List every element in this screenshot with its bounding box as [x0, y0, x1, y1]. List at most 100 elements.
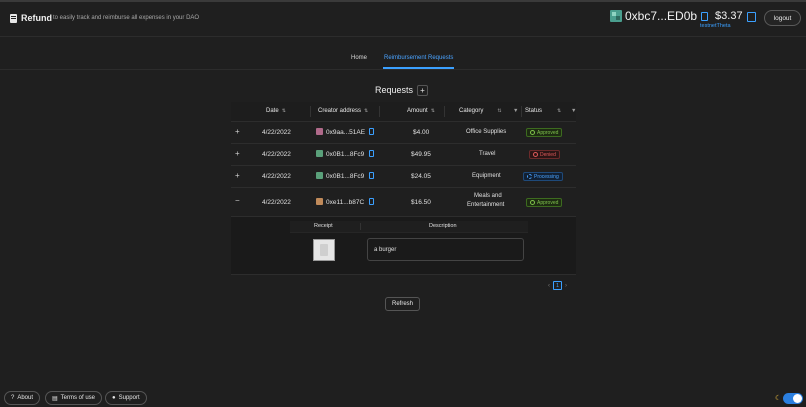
- row-category-line2: Entertainment: [467, 202, 505, 208]
- chat-icon: ●: [112, 395, 116, 401]
- description-field[interactable]: a burger: [367, 238, 524, 261]
- expand-row-button[interactable]: +: [235, 149, 240, 158]
- sort-icon[interactable]: ⇅: [497, 108, 501, 114]
- column-divider: [444, 106, 445, 117]
- column-divider: [360, 223, 361, 230]
- toggle-knob: [793, 394, 802, 403]
- row-date: 4/22/2022: [262, 173, 291, 180]
- header: Refund to easily track and reimburse all…: [0, 2, 806, 36]
- table-row: + 4/22/2022 0x0B1...8Fc9 $24.05 Equipmen…: [231, 166, 576, 188]
- copy-icon[interactable]: [701, 11, 709, 21]
- nav-divider: [0, 69, 806, 70]
- receipt-header: Receipt: [314, 223, 333, 229]
- row-amount: $24.05: [411, 173, 431, 180]
- row-creator: 0x0B1...8Fc9: [326, 173, 365, 180]
- column-divider: [310, 106, 311, 117]
- table-row: + 4/22/2022 0x9aa...51AE $4.00 Office Su…: [231, 122, 576, 144]
- header-divider: [0, 36, 806, 37]
- sync-icon: [527, 174, 532, 179]
- table-row: − 4/22/2022 0xe11...b87C $16.50 Meals an…: [231, 188, 576, 217]
- row-date: 4/22/2022: [262, 151, 291, 158]
- requests-table: Date ⇅ Creator address ⇅ Amount ⇅ Category ⇅…: [231, 102, 576, 275]
- document-icon: ▤: [52, 395, 58, 402]
- network-label: testnetTheta: [700, 23, 731, 29]
- receipt-thumbnail[interactable]: [313, 239, 335, 261]
- sort-icon[interactable]: ⇅: [364, 108, 368, 114]
- sort-icon[interactable]: ⇅: [557, 108, 561, 114]
- wallet-address: 0xbc7...ED0b: [625, 9, 698, 23]
- row-creator: 0x0B1...8Fc9: [326, 151, 365, 158]
- details-header: Receipt Description: [290, 221, 528, 232]
- about-button[interactable]: ? About: [4, 391, 41, 405]
- row-category: Office Supplies: [466, 129, 507, 135]
- filter-icon[interactable]: ▼: [571, 108, 576, 114]
- add-request-button[interactable]: +: [417, 85, 428, 96]
- tab-home[interactable]: Home: [351, 55, 367, 61]
- description-header: Description: [429, 223, 457, 229]
- theme-toggle[interactable]: [783, 393, 803, 404]
- row-amount: $49.95: [411, 151, 431, 158]
- column-divider: [379, 106, 380, 117]
- close-circle-icon: [533, 152, 538, 157]
- receipt-icon: [10, 13, 17, 23]
- column-header-creator[interactable]: Creator address ⇅: [318, 108, 368, 114]
- wallet-info: 0xbc7...ED0b $3.37: [610, 9, 743, 23]
- app-logo[interactable]: Refund: [10, 13, 52, 23]
- moon-icon: ☾: [775, 395, 782, 402]
- support-button[interactable]: ● Support: [105, 391, 147, 405]
- tab-reimbursement-requests[interactable]: Reimbursement Requests: [384, 55, 453, 61]
- sort-icon[interactable]: ⇅: [282, 108, 286, 114]
- row-category-line1: Meals and: [474, 193, 502, 199]
- creator-avatar: [316, 198, 323, 205]
- row-amount: $4.00: [413, 129, 430, 136]
- refresh-button[interactable]: Refresh: [385, 297, 420, 311]
- terms-button[interactable]: ▤ Terms of use: [45, 391, 103, 405]
- next-page-button[interactable]: ›: [565, 283, 567, 289]
- expand-row-button[interactable]: +: [235, 127, 240, 136]
- table-row: + 4/22/2022 0x0B1...8Fc9 $49.95 Travel D…: [231, 144, 576, 166]
- status-badge: Processing: [523, 172, 563, 181]
- prev-page-button[interactable]: ‹: [548, 283, 550, 289]
- sort-icon[interactable]: ⇅: [431, 108, 435, 114]
- creator-avatar: [316, 150, 323, 157]
- check-icon: [530, 200, 535, 205]
- expanded-row-details: Receipt Description a burger: [231, 217, 576, 275]
- check-icon: [530, 130, 535, 135]
- page-title: Requests: [375, 85, 414, 95]
- logout-button[interactable]: logout: [764, 10, 801, 26]
- column-divider: [521, 106, 522, 117]
- copy-icon[interactable]: [369, 128, 374, 135]
- column-header-date[interactable]: Date ⇅: [266, 108, 286, 114]
- creator-avatar: [316, 172, 323, 179]
- page-1-button[interactable]: 1: [553, 281, 562, 290]
- wallet-icon[interactable]: [747, 12, 756, 22]
- wallet-avatar: [610, 10, 622, 22]
- column-header-amount[interactable]: Amount ⇅: [407, 108, 435, 114]
- row-date: 4/22/2022: [262, 129, 291, 136]
- row-creator: 0xe11...b87C: [326, 199, 365, 206]
- status-badge: Approved: [526, 128, 563, 137]
- column-header-category[interactable]: Category ⇅: [459, 108, 502, 114]
- status-badge: Denied: [529, 150, 560, 159]
- expand-row-button[interactable]: +: [235, 171, 240, 180]
- filter-icon[interactable]: ▼: [513, 108, 518, 114]
- column-header-status[interactable]: Status ⇅: [525, 108, 561, 114]
- copy-icon[interactable]: [369, 150, 374, 157]
- receipt-image: [320, 244, 328, 256]
- wallet-balance: $3.37: [715, 10, 743, 22]
- status-badge: Approved: [526, 198, 563, 207]
- row-creator: 0x9aa...51AE: [326, 129, 366, 136]
- row-amount: $16.50: [411, 199, 431, 206]
- row-category: Equipment: [472, 173, 501, 179]
- row-category: Travel: [479, 151, 496, 157]
- copy-icon[interactable]: [369, 198, 374, 205]
- collapse-row-button[interactable]: −: [235, 196, 240, 205]
- pagination: ‹ 1 ›: [548, 281, 567, 290]
- tagline: to easily track and reimburse all expens…: [53, 15, 200, 21]
- app-name: Refund: [21, 13, 52, 23]
- creator-avatar: [316, 128, 323, 135]
- table-header: Date ⇅ Creator address ⇅ Amount ⇅ Category ⇅…: [231, 102, 576, 122]
- row-date: 4/22/2022: [262, 199, 291, 206]
- question-icon: ?: [11, 395, 15, 401]
- copy-icon[interactable]: [369, 172, 374, 179]
